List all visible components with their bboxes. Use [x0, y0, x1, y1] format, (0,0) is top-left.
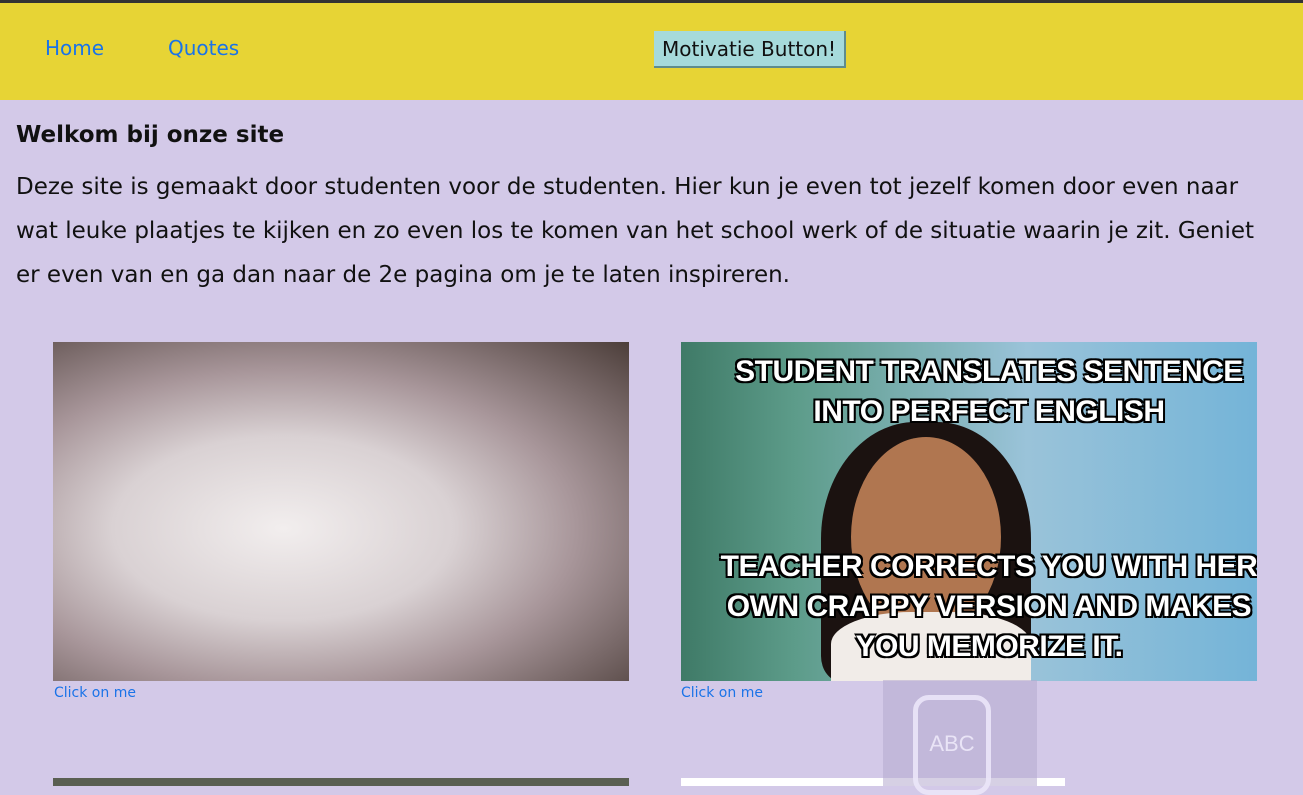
kitten-image[interactable]	[53, 342, 629, 681]
teacher-meme-image[interactable]: STUDENT TRANSLATES SENTENCE INTO PERFECT…	[681, 342, 1257, 681]
image-3[interactable]	[53, 778, 629, 786]
navbar: Home Quotes Motivatie Button!	[0, 3, 1303, 100]
nav-quotes-link[interactable]: Quotes	[168, 36, 239, 60]
keyboard-overlay[interactable]: ABC	[883, 680, 1037, 795]
meme-caption-bottom: TEACHER CORRECTS YOU WITH HER OWN CRAPPY…	[720, 550, 1257, 663]
meme-click-link[interactable]: Click on me	[681, 685, 763, 701]
keyboard-icon: ABC	[913, 695, 991, 795]
meme-caption-top: STUDENT TRANSLATES SENTENCE INTO PERFECT…	[735, 355, 1243, 428]
intro-text: Deze site is gemaakt door studenten voor…	[16, 174, 1255, 288]
motivatie-button[interactable]: Motivatie Button!	[654, 31, 847, 68]
nav-home-link[interactable]: Home	[45, 36, 104, 60]
kitten-click-link[interactable]: Click on me	[54, 685, 136, 701]
page-title: Welkom bij onze site	[16, 122, 285, 148]
